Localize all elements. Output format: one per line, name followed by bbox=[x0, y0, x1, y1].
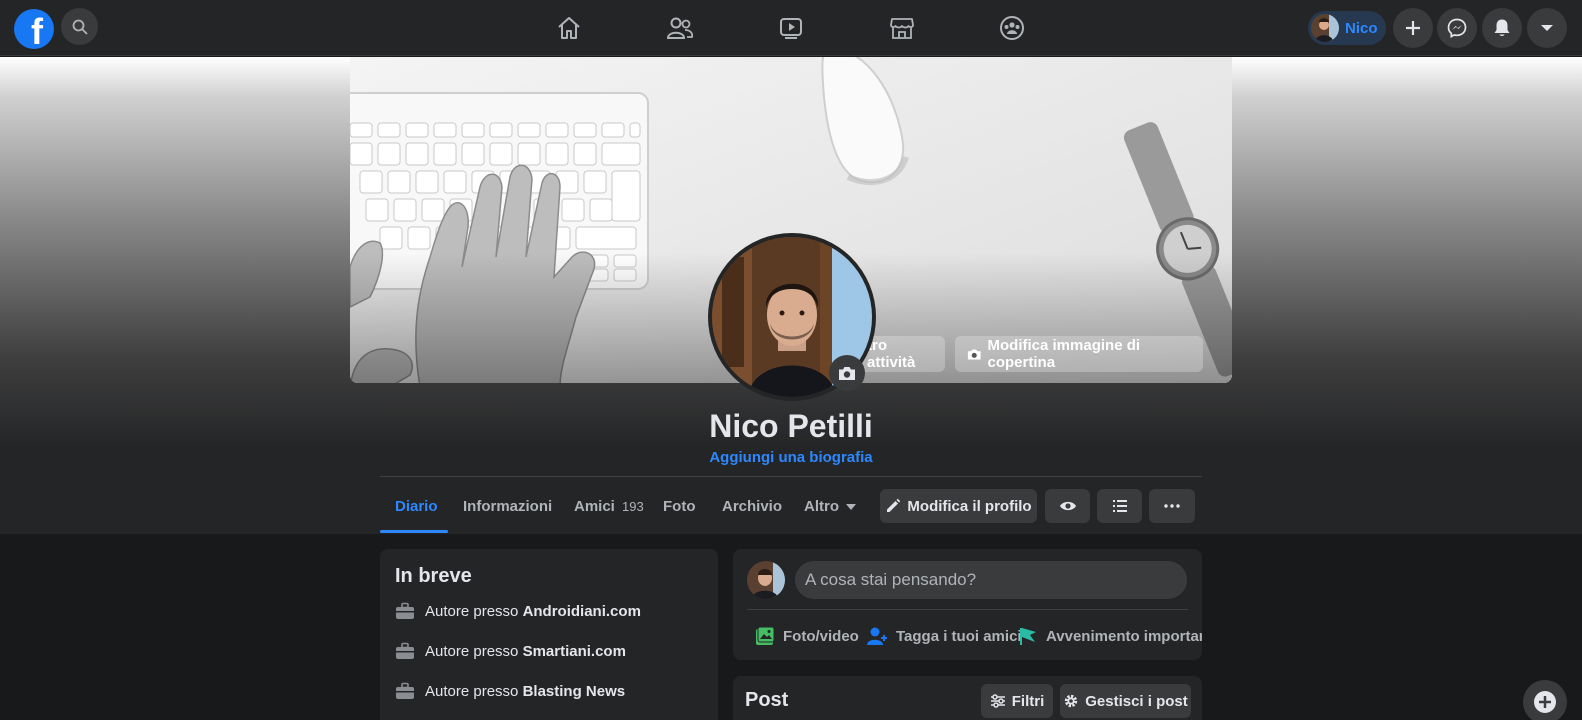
briefcase-icon bbox=[396, 602, 414, 619]
manage-posts-button[interactable]: Gestisci i post bbox=[1060, 684, 1191, 718]
add-bio-link[interactable]: Aggiungi una biografia bbox=[0, 449, 1582, 466]
notifications-button[interactable] bbox=[1482, 8, 1522, 48]
groups-icon bbox=[1000, 16, 1024, 40]
tag-friends-icon bbox=[867, 627, 887, 645]
pencil-icon bbox=[887, 498, 901, 512]
plus-icon bbox=[1406, 21, 1420, 35]
tab-foto[interactable]: Foto bbox=[663, 498, 695, 515]
friends-count: 193 bbox=[622, 499, 644, 514]
avatar bbox=[1311, 14, 1339, 42]
camera-icon bbox=[967, 349, 981, 360]
photo-icon bbox=[756, 626, 775, 645]
intro-title: In breve bbox=[395, 565, 472, 587]
header-divider bbox=[380, 476, 1202, 477]
active-tab-indicator bbox=[380, 530, 448, 533]
intro-work-item: Autore presso Androidiani.com bbox=[395, 602, 641, 620]
tag-friends-label: Tagga i tuoi amici bbox=[896, 627, 1022, 645]
intro-work-org[interactable]: Blasting News bbox=[523, 683, 626, 700]
intro-work-item: Autore presso Smartiani.com bbox=[395, 642, 626, 660]
more-icon bbox=[1164, 504, 1180, 508]
facebook-logo[interactable]: f bbox=[14, 9, 54, 49]
intro-work-prefix: Autore presso bbox=[425, 682, 523, 700]
edit-cover-label: Modifica immagine di copertina bbox=[987, 337, 1141, 371]
nav-groups[interactable] bbox=[996, 12, 1028, 44]
nav-watch[interactable] bbox=[775, 12, 807, 44]
new-message-button[interactable] bbox=[1523, 680, 1567, 720]
caret-down-icon bbox=[1541, 25, 1553, 31]
account-menu-button[interactable] bbox=[1527, 8, 1567, 48]
life-event-button[interactable]: Avvenimento importante bbox=[1018, 626, 1202, 646]
briefcase-icon bbox=[396, 642, 414, 659]
tab-informazioni[interactable]: Informazioni bbox=[463, 498, 552, 515]
activity-log-button[interactable] bbox=[1097, 489, 1142, 523]
caret-down-icon bbox=[846, 503, 856, 510]
tab-altro[interactable]: Altro bbox=[804, 498, 857, 515]
filters-button[interactable]: Filtri bbox=[981, 684, 1053, 718]
plus-circle-icon bbox=[1534, 691, 1556, 713]
tab-archivio[interactable]: Archivio bbox=[722, 498, 782, 515]
profile-shortcut[interactable]: Nico bbox=[1308, 11, 1386, 45]
create-button[interactable] bbox=[1393, 8, 1433, 48]
tab-altro-label: Altro bbox=[804, 498, 839, 515]
nav-home[interactable] bbox=[553, 12, 585, 44]
friends-icon bbox=[666, 17, 694, 39]
intro-work-prefix: Autore presso bbox=[425, 642, 523, 660]
camera-icon bbox=[839, 367, 855, 380]
nav-friends[interactable] bbox=[664, 12, 696, 44]
profile-name: Nico Petilli bbox=[709, 408, 873, 444]
search-button[interactable] bbox=[61, 8, 98, 45]
tab-diario[interactable]: Diario bbox=[395, 498, 438, 515]
profile-chip-label: Nico bbox=[1345, 19, 1378, 37]
activity-button-label: tro attività bbox=[867, 337, 916, 371]
list-icon bbox=[1112, 500, 1127, 512]
edit-profile-button[interactable]: Modifica il profilo bbox=[880, 489, 1037, 523]
top-navigation-bar: f Nico bbox=[0, 0, 1582, 56]
intro-work-item: Autore presso Blasting News bbox=[395, 682, 625, 700]
bell-icon bbox=[1494, 19, 1510, 36]
home-icon bbox=[558, 17, 580, 39]
photo-video-label: Foto/video bbox=[783, 627, 859, 645]
messenger-button[interactable] bbox=[1437, 8, 1477, 48]
life-event-label: Avvenimento importante bbox=[1046, 627, 1202, 645]
edit-profile-label: Modifica il profilo bbox=[907, 497, 1032, 515]
tab-amici[interactable]: Amici 193 bbox=[574, 498, 644, 515]
eye-icon bbox=[1059, 501, 1076, 511]
view-as-button[interactable] bbox=[1045, 489, 1090, 523]
flag-icon bbox=[1020, 628, 1036, 645]
search-icon bbox=[72, 19, 88, 35]
nav-marketplace[interactable] bbox=[886, 12, 918, 44]
posts-title: Post bbox=[745, 689, 789, 711]
messenger-icon bbox=[1447, 18, 1467, 38]
video-icon bbox=[780, 18, 802, 39]
filters-label: Filtri bbox=[1011, 692, 1045, 710]
briefcase-icon bbox=[396, 682, 414, 699]
marketplace-icon bbox=[890, 18, 914, 39]
change-profile-picture-button[interactable] bbox=[829, 355, 865, 391]
avatar[interactable] bbox=[747, 561, 785, 599]
intro-work-org[interactable]: Smartiani.com bbox=[523, 643, 626, 660]
composer-divider bbox=[747, 609, 1188, 610]
intro-work-prefix: Autore presso bbox=[425, 602, 523, 620]
more-options-button[interactable] bbox=[1149, 489, 1195, 523]
edit-cover-button[interactable]: Modifica immagine di copertina bbox=[955, 336, 1203, 372]
intro-work-org[interactable]: Androidiani.com bbox=[523, 603, 641, 620]
sliders-icon bbox=[990, 694, 1005, 708]
tab-amici-label: Amici bbox=[574, 498, 615, 515]
manage-posts-label: Gestisci i post bbox=[1085, 692, 1188, 710]
gear-icon bbox=[1065, 694, 1078, 708]
photo-video-button[interactable]: Foto/video bbox=[755, 626, 859, 646]
composer-actions: Foto/video Tagga i tuoi amici Avveniment… bbox=[733, 612, 1202, 660]
status-input[interactable]: A cosa stai pensando? bbox=[795, 561, 1187, 599]
tag-friends-button[interactable]: Tagga i tuoi amici bbox=[866, 626, 1022, 646]
